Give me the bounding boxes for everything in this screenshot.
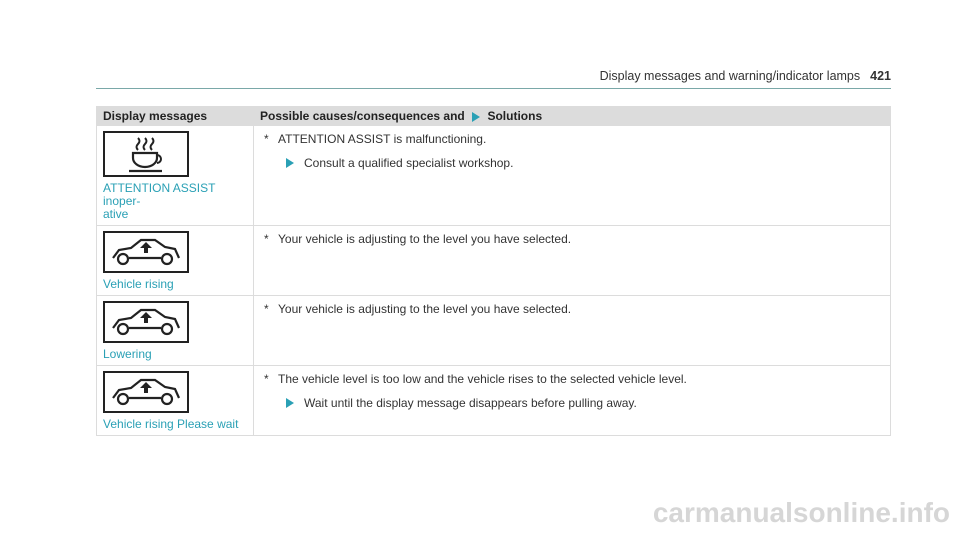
solution-text: Wait until the display message disappear…: [304, 396, 637, 410]
coffee-cup-icon: [103, 131, 189, 177]
display-message-cell: Vehicle rising: [96, 225, 254, 296]
message-label: Vehicle rising Please wait: [103, 417, 239, 431]
cause-text: Your vehicle is adjusting to the level y…: [278, 302, 572, 316]
cause-item: * Your vehicle is adjusting to the level…: [264, 302, 882, 316]
display-message-cell: ATTENTION ASSIST inoper- ative: [96, 125, 254, 226]
cause-text: Your vehicle is adjusting to the level y…: [278, 232, 572, 246]
message-label: ATTENTION ASSIST inoper- ative: [103, 181, 216, 221]
table-header-row: Display messages Possible causes/consequ…: [96, 106, 891, 126]
table-row: ATTENTION ASSIST inoper- ative * ATTENTI…: [96, 125, 891, 226]
solution-item: Consult a qualified specialist workshop.: [286, 156, 882, 170]
vehicle-lowering-icon: [103, 301, 189, 343]
display-message-cell: Lowering: [96, 295, 254, 366]
section-title: Display messages and warning/indicator l…: [599, 69, 861, 83]
page-number: 421: [870, 69, 891, 83]
arrow-right-icon: [472, 111, 481, 122]
table-row: Vehicle rising * Your vehicle is adjusti…: [96, 225, 891, 296]
cause-marker: *: [264, 232, 269, 246]
cause-item: * ATTENTION ASSIST is malfunctioning.: [264, 132, 882, 146]
causes-solutions-cell: * ATTENTION ASSIST is malfunctioning. Co…: [253, 125, 891, 226]
message-label: Lowering: [103, 347, 152, 361]
causes-solutions-cell: * The vehicle level is too low and the v…: [253, 365, 891, 436]
solution-item: Wait until the display message disappear…: [286, 396, 882, 410]
arrow-right-icon: [286, 158, 294, 168]
col-header-display: Display messages: [96, 106, 254, 126]
vehicle-rising-wait-icon: [103, 371, 189, 413]
watermark: carmanualsonline.info: [652, 497, 950, 528]
page-header: Display messages and warning/indicator l…: [96, 69, 891, 89]
cause-item: * The vehicle level is too low and the v…: [264, 372, 882, 386]
cause-marker: *: [264, 372, 269, 386]
cause-text: ATTENTION ASSIST is malfunctioning.: [278, 132, 487, 146]
col-header-causes-label: Possible causes/consequences and: [260, 109, 465, 123]
cause-marker: *: [264, 132, 269, 146]
causes-solutions-cell: * Your vehicle is adjusting to the level…: [253, 295, 891, 366]
cause-item: * Your vehicle is adjusting to the level…: [264, 232, 882, 246]
table-row: Vehicle rising Please wait * The vehicle…: [96, 365, 891, 436]
arrow-right-icon: [286, 398, 294, 408]
causes-solutions-cell: * Your vehicle is adjusting to the level…: [253, 225, 891, 296]
col-header-solutions-label: Solutions: [487, 109, 543, 123]
display-messages-table: Display messages Possible causes/consequ…: [96, 106, 891, 436]
solution-text: Consult a qualified specialist workshop.: [304, 156, 514, 170]
col-header-causes: Possible causes/consequences and Solutio…: [253, 106, 891, 126]
running-header: Display messages and warning/indicator l…: [600, 69, 891, 83]
message-label: Vehicle rising: [103, 277, 174, 291]
display-message-cell: Vehicle rising Please wait: [96, 365, 254, 436]
table-row: Lowering * Your vehicle is adjusting to …: [96, 295, 891, 366]
vehicle-rising-icon: [103, 231, 189, 273]
cause-marker: *: [264, 302, 269, 316]
cause-text: The vehicle level is too low and the veh…: [278, 372, 687, 386]
